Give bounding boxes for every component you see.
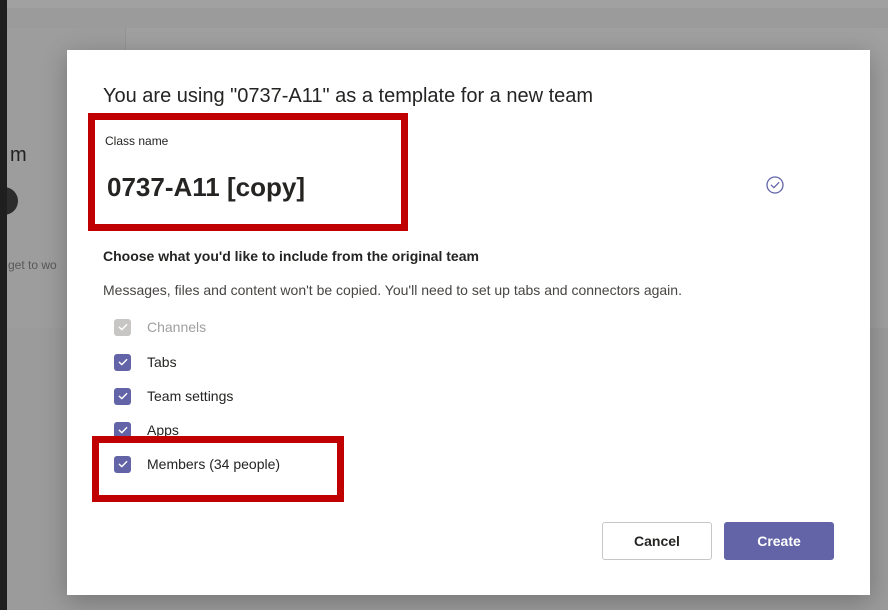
- cancel-button[interactable]: Cancel: [602, 522, 712, 560]
- tabs-label: Tabs: [147, 354, 177, 370]
- option-tabs[interactable]: Tabs: [114, 352, 177, 372]
- highlight-members: [92, 436, 344, 502]
- check-circle-icon: [766, 176, 784, 194]
- create-button[interactable]: Create: [724, 522, 834, 560]
- option-team-settings[interactable]: Team settings: [114, 386, 233, 406]
- dialog-title: You are using "0737-A11" as a template f…: [103, 85, 594, 107]
- checkmark-icon: [118, 358, 127, 366]
- tabs-checkbox[interactable]: [114, 353, 131, 371]
- include-heading: Choose what you'd like to include from t…: [103, 248, 479, 264]
- window-left-edge: [0, 0, 7, 610]
- checkmark-icon: [118, 323, 127, 331]
- highlight-class-name: [88, 113, 408, 231]
- channels-checkbox: [114, 318, 131, 336]
- include-description: Messages, files and content won't be cop…: [103, 282, 682, 298]
- checkmark-icon: [118, 392, 127, 400]
- checkmark-icon: [118, 426, 127, 434]
- channels-label: Channels: [147, 319, 207, 335]
- team-settings-checkbox[interactable]: [114, 387, 131, 405]
- option-channels: Channels: [114, 317, 206, 337]
- team-settings-label: Team settings: [147, 388, 234, 404]
